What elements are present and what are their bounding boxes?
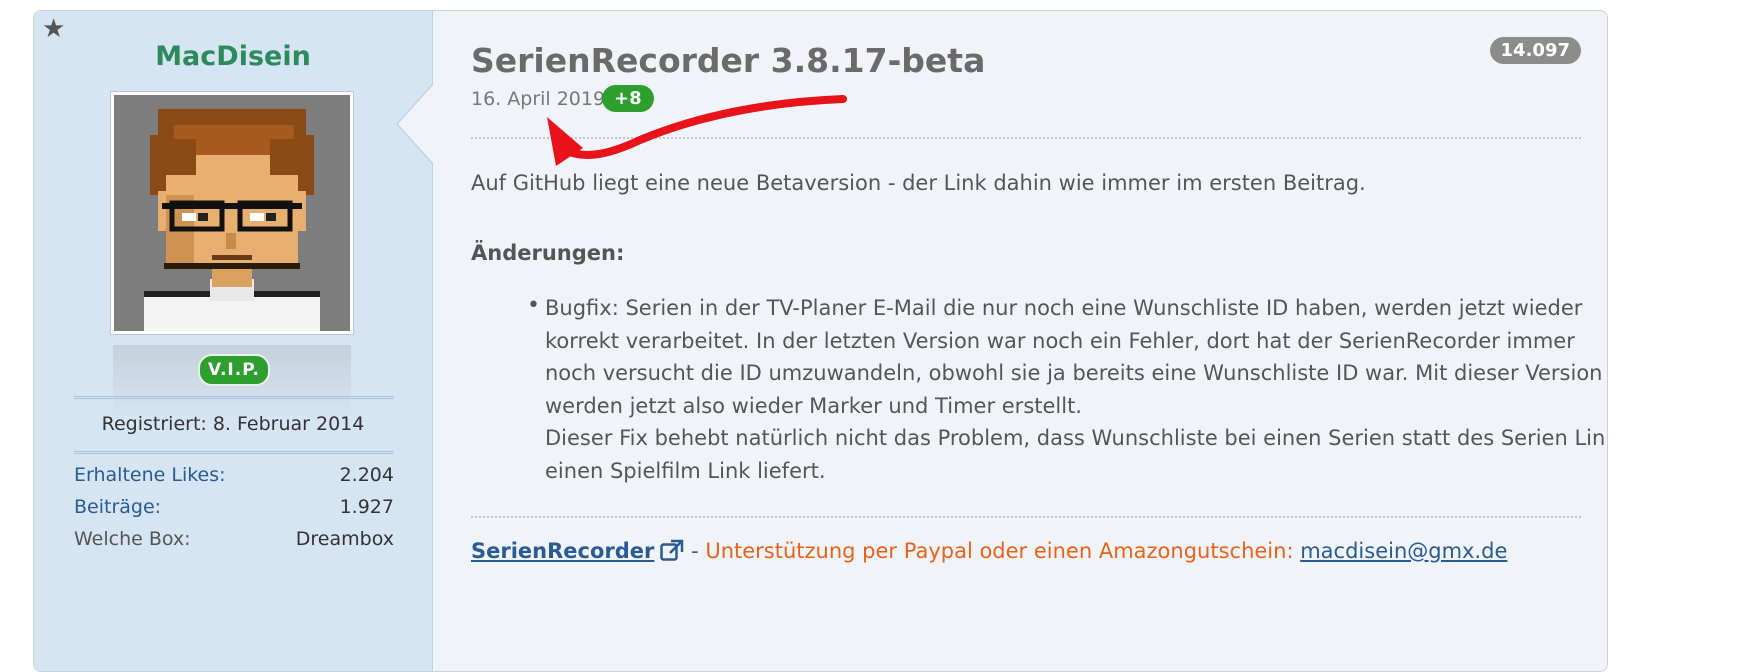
speech-pointer-fill — [398, 85, 433, 163]
sidebar-divider — [74, 398, 394, 399]
support-colon: : — [1286, 539, 1301, 563]
forum-post: ★ MacDisein V.I.P. Registriert: 8. Febru… — [33, 10, 1608, 672]
post-counter-badge[interactable]: 14.097 — [1489, 37, 1581, 64]
sidebar-divider — [74, 451, 394, 452]
changelog-line: Dieser Fix behebt natürlich nicht das Pr… — [545, 426, 1608, 450]
changes-heading: Änderungen: — [471, 241, 625, 265]
username[interactable]: MacDisein — [34, 41, 432, 72]
stat-value: 1.927 — [339, 496, 394, 518]
stat-posts: Beiträge: 1.927 — [74, 496, 394, 522]
support-text: Unterstützung per Paypal oder einen Amaz… — [705, 539, 1287, 563]
stat-value: Dreambox — [295, 528, 394, 550]
email-link[interactable]: macdisein@gmx.de — [1300, 539, 1507, 563]
registered-date: Registriert: 8. Februar 2014 — [101, 413, 365, 435]
header-separator — [471, 137, 1581, 139]
stat-label: Welche Box: — [74, 528, 191, 550]
post-intro: Auf GitHub liegt eine neue Betaversion -… — [471, 171, 1366, 195]
stat-label[interactable]: Erhaltene Likes: — [74, 464, 226, 486]
stat-value: 2.204 — [339, 464, 394, 486]
changelog-line: werden jetzt also wieder Marker und Time… — [545, 393, 1082, 418]
changelog-line: einen Spielfilm Link liefert. — [545, 458, 826, 483]
signature: SerienRecorder - Unterstützung per Paypa… — [471, 539, 1507, 566]
avatar[interactable] — [110, 91, 354, 335]
serienrecorder-link[interactable]: SerienRecorder — [471, 539, 654, 563]
post-title[interactable]: SerienRecorder 3.8.17-beta — [471, 41, 985, 80]
changelog-line: noch versucht die ID umzuwandeln, obwohl… — [545, 361, 1603, 385]
avatar-image — [114, 95, 350, 331]
vip-badge: V.I.P. — [198, 354, 270, 386]
stat-label[interactable]: Beiträge: — [74, 496, 161, 518]
likes-badge[interactable]: +8 — [602, 85, 654, 112]
signature-separator — [471, 516, 1581, 518]
changelog-line: Bugfix: Serien in der TV-Planer E-Mail d… — [545, 296, 1583, 320]
changelog-item: Bugfix: Serien in der TV-Planer E-Mail d… — [545, 292, 1608, 487]
signature-dash: - — [684, 539, 706, 563]
changelog-line: korrekt verarbeitet. In der letzten Vers… — [545, 328, 1575, 353]
bullet-dot: • — [527, 293, 540, 318]
post-date[interactable]: 16. April 2019 — [471, 88, 605, 110]
star-icon[interactable]: ★ — [42, 16, 65, 42]
stat-likes: Erhaltene Likes: 2.204 — [74, 464, 394, 490]
stat-box: Welche Box: Dreambox — [74, 528, 394, 554]
user-sidebar: ★ MacDisein V.I.P. Registriert: 8. Febru… — [34, 11, 433, 671]
external-link-icon[interactable] — [660, 539, 684, 566]
sidebar-divider — [74, 453, 394, 454]
sidebar-divider — [74, 396, 394, 397]
